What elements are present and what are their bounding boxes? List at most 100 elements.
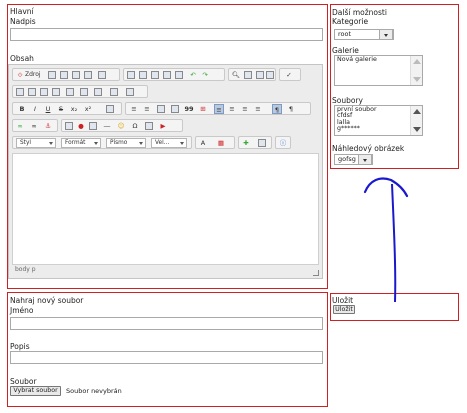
show-blocks-icon[interactable]: [257, 138, 267, 148]
choose-file-button[interactable]: Vybrat soubor: [10, 386, 61, 396]
replace-icon[interactable]: [243, 70, 253, 80]
templates-icon[interactable]: [97, 70, 107, 80]
description-label: Popis: [10, 342, 30, 351]
chevron-down-icon[interactable]: [379, 30, 393, 39]
image-icon[interactable]: [64, 121, 74, 131]
flash-icon[interactable]: ●: [76, 121, 86, 131]
category-select[interactable]: root: [334, 29, 394, 40]
copy-icon[interactable]: [138, 70, 148, 80]
underline-button[interactable]: U: [43, 104, 53, 114]
special-char-icon[interactable]: Ω: [130, 121, 140, 131]
strike-button[interactable]: S: [56, 104, 66, 114]
paste-word-icon[interactable]: [174, 70, 184, 80]
preview-image-select[interactable]: gofsg: [334, 154, 373, 165]
link-icon[interactable]: ∞: [15, 121, 25, 131]
format-combo[interactable]: Formát: [61, 138, 101, 148]
outdent-icon[interactable]: [156, 104, 166, 114]
checkbox-icon[interactable]: [27, 87, 37, 97]
blockquote-button[interactable]: 99: [184, 104, 194, 114]
maximize-icon[interactable]: ✚: [241, 138, 251, 148]
save-doc-icon[interactable]: [47, 70, 57, 80]
button-field-icon[interactable]: [93, 87, 103, 97]
align-justify-icon[interactable]: ≡: [253, 104, 263, 114]
save-button[interactable]: Uložit: [333, 305, 355, 314]
resize-grip-icon[interactable]: [313, 270, 319, 276]
scroll-up-icon[interactable]: [413, 109, 421, 114]
editor-content-area[interactable]: [12, 153, 319, 265]
font-combo[interactable]: Písmo: [106, 138, 146, 148]
preview-image-label: Náhledový obrázek: [332, 144, 405, 153]
remove-format-icon[interactable]: [265, 70, 275, 80]
annotation-arrow-shaft: [391, 183, 397, 303]
select-all-icon[interactable]: [255, 70, 265, 80]
size-combo[interactable]: Vel...: [151, 138, 187, 148]
preview-icon[interactable]: [71, 70, 81, 80]
textarea-icon[interactable]: [65, 87, 75, 97]
files-listbox[interactable]: první soubor cfdsf lalla g******: [334, 105, 423, 136]
file-name-input[interactable]: [10, 317, 323, 330]
image-button-icon[interactable]: [109, 87, 119, 97]
title-label: Nadpis: [10, 17, 36, 26]
about-icon[interactable]: ⓘ: [278, 138, 288, 148]
smiley-icon[interactable]: ☺: [116, 121, 126, 131]
gallery-listbox[interactable]: Nová galerie: [334, 55, 423, 86]
hidden-field-icon[interactable]: [125, 87, 135, 97]
style-combo[interactable]: Styl: [16, 138, 56, 148]
find-icon[interactable]: 🔍︎: [231, 70, 241, 80]
select-field-icon[interactable]: [79, 87, 89, 97]
spellcheck-icon[interactable]: ✓: [284, 70, 294, 80]
paste-icon[interactable]: [150, 70, 160, 80]
subscript-button[interactable]: x₂: [69, 104, 79, 114]
align-left-icon[interactable]: ≡: [214, 104, 224, 114]
toolbar-group-basicstyles: B I U S x₂ x²: [12, 102, 122, 115]
radio-icon[interactable]: [39, 87, 49, 97]
bold-button[interactable]: B: [17, 104, 27, 114]
superscript-button[interactable]: x²: [83, 104, 93, 114]
text-color-icon[interactable]: A: [198, 138, 208, 148]
bulleted-list-icon[interactable]: ≡: [142, 104, 152, 114]
new-page-icon[interactable]: [59, 70, 69, 80]
toolbar-group-find: 🔍︎: [228, 68, 276, 81]
insert-image-icon[interactable]: [105, 104, 115, 114]
upload-section-title: Nahraj nový soubor: [10, 296, 84, 305]
title-input[interactable]: [10, 28, 323, 41]
rtl-direction-icon[interactable]: ¶: [286, 104, 296, 114]
toolbar-group-spell: ✓: [279, 68, 301, 81]
ltr-direction-icon[interactable]: ¶: [272, 104, 282, 114]
no-file-chosen-text: Soubor nevybrán: [66, 387, 122, 395]
youtube-icon[interactable]: ▶: [158, 121, 168, 131]
cut-icon[interactable]: [126, 70, 136, 80]
form-icon[interactable]: [15, 87, 25, 97]
description-input[interactable]: [10, 351, 323, 364]
source-button[interactable]: Zdroj: [25, 70, 41, 80]
paste-text-icon[interactable]: [162, 70, 172, 80]
toolbar-group-tools: ✚: [238, 136, 272, 149]
preview-image-value: gofsg: [338, 155, 356, 163]
page-break-icon[interactable]: [144, 121, 154, 131]
undo-icon[interactable]: ↶: [188, 70, 198, 80]
align-right-icon[interactable]: ≡: [240, 104, 250, 114]
main-section-title: Hlavní: [10, 7, 34, 16]
print-icon[interactable]: [83, 70, 93, 80]
editor-status-path: body p: [15, 266, 36, 273]
scroll-up-icon[interactable]: [413, 59, 421, 64]
div-container-icon[interactable]: ⊞: [198, 104, 208, 114]
table-icon[interactable]: [88, 121, 98, 131]
bg-color-icon[interactable]: ▦: [216, 138, 226, 148]
italic-button[interactable]: I: [30, 104, 40, 114]
gallery-scrollbar[interactable]: [410, 56, 422, 85]
files-label: Soubory: [332, 96, 363, 105]
chevron-down-icon[interactable]: [358, 155, 372, 164]
source-icon[interactable]: ⟐: [15, 70, 25, 80]
unlink-icon[interactable]: ∞: [29, 121, 39, 131]
indent-icon[interactable]: [170, 104, 180, 114]
scroll-down-icon[interactable]: [413, 127, 421, 132]
scroll-down-icon[interactable]: [413, 77, 421, 82]
redo-icon[interactable]: ↷: [200, 70, 210, 80]
horizontal-rule-icon[interactable]: ―: [102, 121, 112, 131]
align-center-icon[interactable]: ≡: [227, 104, 237, 114]
textfield-icon[interactable]: [51, 87, 61, 97]
anchor-icon[interactable]: ⚓︎: [43, 121, 53, 131]
files-scrollbar[interactable]: [410, 106, 422, 135]
numbered-list-icon[interactable]: ≡: [129, 104, 139, 114]
